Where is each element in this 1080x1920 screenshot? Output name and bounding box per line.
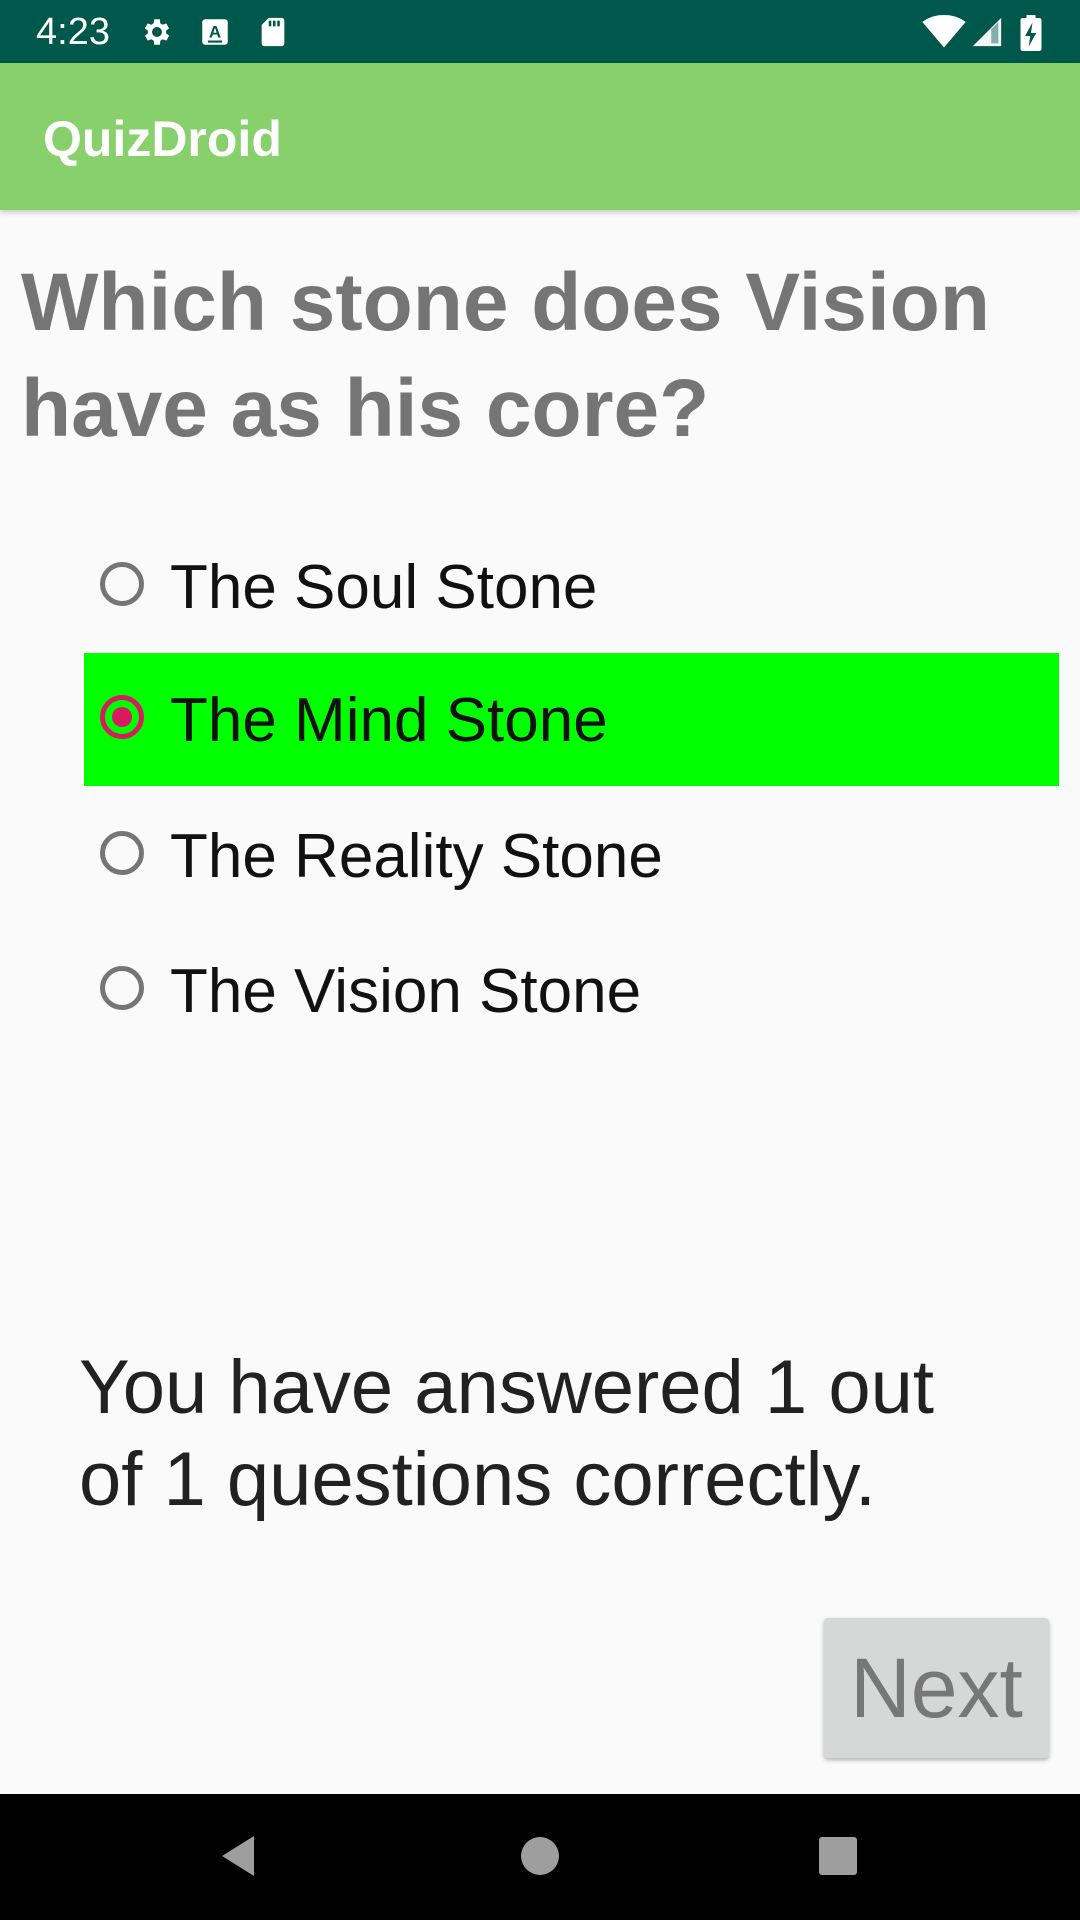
back-icon[interactable]	[216, 1832, 264, 1880]
radio-button-unchecked-icon[interactable]	[100, 966, 144, 1010]
wifi-icon	[922, 15, 966, 49]
answer-option-reality-stone[interactable]: The Reality Stone	[84, 789, 1059, 922]
navigation-bar	[0, 1794, 1080, 1920]
next-button[interactable]: Next	[824, 1618, 1049, 1758]
score-text: You have answered 1 out of 1 questions c…	[79, 1345, 934, 1522]
status-time: 4:23	[36, 11, 110, 53]
app-title: QuizDroid	[43, 111, 282, 167]
answer-option-soul-stone[interactable]: The Soul Stone	[84, 520, 1059, 653]
status-bar: 4:23 A	[0, 0, 1080, 63]
home-icon[interactable]	[516, 1832, 564, 1880]
answer-option-label: The Reality Stone	[170, 822, 663, 891]
battery-charging-icon	[1018, 15, 1044, 51]
radio-button-unchecked-icon[interactable]	[100, 831, 144, 875]
radio-button-checked-icon[interactable]	[100, 695, 144, 739]
answer-option-label: The Vision Stone	[170, 957, 642, 1026]
svg-text:A: A	[209, 23, 221, 42]
answer-option-label: The Soul Stone	[170, 553, 598, 622]
cell-signal-icon	[970, 15, 1004, 49]
app-bar: QuizDroid	[0, 63, 1080, 210]
answer-option-label: The Mind Stone	[170, 686, 608, 755]
radio-button-unchecked-icon[interactable]	[100, 562, 144, 606]
sd-card-icon	[256, 15, 290, 49]
accessibility-a-icon: A	[198, 15, 232, 49]
gear-icon	[140, 15, 174, 49]
question-text: Which stone does Vision have as his core…	[21, 257, 990, 454]
answer-option-mind-stone[interactable]: The Mind Stone	[84, 653, 1059, 786]
recents-icon[interactable]	[814, 1832, 862, 1880]
answer-option-vision-stone[interactable]: The Vision Stone	[84, 924, 1059, 1057]
quiz-screen: 4:23 A QuizDroid Which stone does Vision…	[0, 0, 1080, 1920]
